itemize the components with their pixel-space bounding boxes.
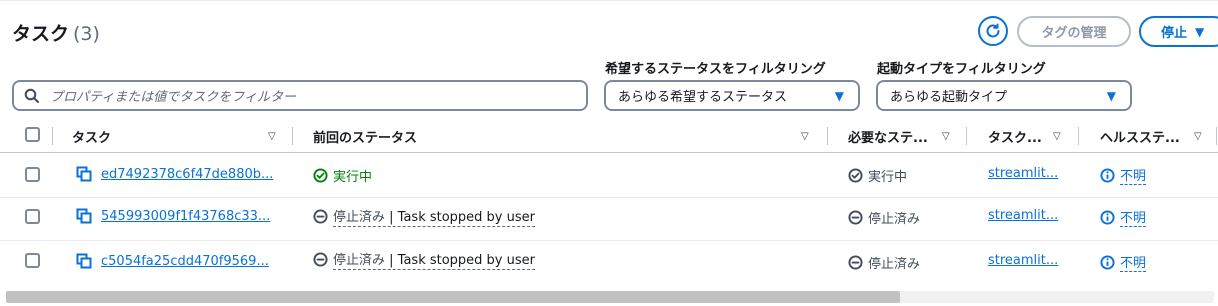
last-status-text: 実行中 (333, 170, 373, 185)
table-row[interactable]: c5054fa25cdd470f9569... 停止済み | Task stop… (0, 240, 1218, 284)
check-circle-icon (848, 168, 863, 183)
table-row[interactable]: 545993009f1f43768c33... 停止済み | Task stop… (0, 197, 1218, 241)
task-id-cell: c5054fa25cdd470f9569... (76, 253, 269, 269)
task-definition-link[interactable]: streamlit... (988, 208, 1058, 223)
column-divider (1216, 127, 1217, 145)
column-divider (52, 127, 53, 145)
caret-down-icon: ▼ (1106, 88, 1116, 103)
title-text: タスク (12, 23, 70, 45)
launch-type-select[interactable]: あらゆる起動タイプ ▼ (876, 80, 1132, 111)
column-header-task-definition[interactable]: タスク... ▽ (988, 119, 1066, 153)
task-definition-cell: streamlit... (988, 253, 1058, 268)
copy-icon[interactable] (76, 253, 92, 269)
last-status-popover[interactable]: 停止済み | Task stopped by user (333, 206, 535, 227)
task-id-cell: 545993009f1f43768c33... (76, 208, 270, 224)
refresh-button[interactable] (978, 16, 1008, 46)
caret-down-icon: ▼ (834, 88, 844, 103)
last-status-cell[interactable]: 停止済み | Task stopped by user (313, 249, 535, 270)
minus-circle-icon (313, 252, 328, 267)
column-label: 前回のステータス (313, 130, 418, 146)
desired-status-text: 停止済み (868, 212, 921, 227)
manage-tags-button[interactable]: タグの管理 (1017, 16, 1131, 47)
tasks-panel: タスク (3) タグの管理 停止 ▼ 希望するステータスをフィルタリング 起動タイ… (0, 0, 1218, 306)
last-status-text: 停止済み (333, 253, 386, 268)
table-header: タスク ▽ 前回のステータス ▽ 必要なステ... ▽ タスク... ▽ ヘルス… (0, 119, 1218, 153)
task-definition-cell: streamlit... (988, 166, 1058, 181)
info-circle-icon (1100, 167, 1115, 183)
task-id-link[interactable]: c5054fa25cdd470f9569... (101, 254, 269, 269)
column-divider (292, 127, 293, 145)
refresh-icon (986, 23, 1000, 38)
column-divider (1078, 127, 1079, 145)
minus-circle-icon (848, 210, 863, 225)
check-circle-icon (313, 168, 328, 183)
task-id-link[interactable]: ed7492378c6f47de880b... (101, 167, 273, 182)
column-header-last-status[interactable]: 前回のステータス ▽ (313, 119, 813, 153)
task-id-cell: ed7492378c6f47de880b... (76, 166, 273, 182)
sort-icon[interactable]: ▽ (268, 131, 276, 142)
caret-down-icon: ▼ (1195, 24, 1205, 39)
sort-icon[interactable]: ▽ (801, 131, 809, 142)
last-status-cell[interactable]: 停止済み | Task stopped by user (313, 206, 535, 227)
horizontal-scrollbar-thumb[interactable] (6, 291, 900, 303)
stop-button[interactable]: 停止 ▼ (1139, 16, 1218, 47)
task-definition-cell: streamlit... (988, 208, 1058, 223)
desired-status-text: 実行中 (868, 170, 908, 185)
page-title: タスク (3) (12, 19, 100, 46)
stop-button-label: 停止 (1161, 26, 1188, 41)
column-header-task[interactable]: タスク ▽ (72, 119, 282, 153)
property-filter-input[interactable]: プロパティまたは値でタスクをフィルター (12, 80, 588, 111)
task-id-link[interactable]: 545993009f1f43768c33... (101, 209, 270, 224)
health-status-popover[interactable]: 不明 (1120, 165, 1147, 185)
launch-type-value: あらゆる起動タイプ (890, 90, 1008, 105)
last-status-detail: | Task stopped by user (385, 210, 535, 225)
column-label: タスク... (988, 130, 1042, 146)
health-status-popover[interactable]: 不明 (1120, 207, 1147, 227)
desired-status-select[interactable]: あらゆる希望するステータス ▼ (604, 80, 860, 111)
minus-circle-icon (313, 209, 328, 224)
desired-status-cell: 停止済み (848, 253, 920, 272)
minus-circle-icon (848, 255, 863, 270)
row-checkbox[interactable] (25, 253, 40, 268)
column-divider (827, 127, 828, 145)
column-header-health-status[interactable]: ヘルスステ... ▽ (1100, 119, 1206, 153)
task-definition-link[interactable]: streamlit... (988, 166, 1058, 181)
last-status-popover[interactable]: 停止済み | Task stopped by user (333, 249, 535, 270)
launch-type-filter-label: 起動タイプをフィルタリング (877, 62, 1046, 77)
task-definition-link[interactable]: streamlit... (988, 253, 1058, 268)
table-row[interactable]: ed7492378c6f47de880b... 実行中 実行中 streamli… (0, 154, 1218, 198)
last-status-cell: 実行中 (313, 166, 372, 185)
copy-icon[interactable] (76, 208, 92, 224)
desired-status-value: あらゆる希望するステータス (618, 90, 788, 105)
last-status-text: 停止済み (333, 210, 386, 225)
row-checkbox[interactable] (25, 209, 40, 224)
sort-icon[interactable]: ▽ (942, 131, 950, 142)
desired-status-filter-label: 希望するステータスをフィルタリング (605, 62, 826, 77)
column-label: 必要なステ... (848, 130, 928, 146)
column-label: タスク (72, 130, 112, 146)
column-label: ヘルスステ... (1100, 130, 1180, 146)
sort-icon[interactable]: ▽ (1053, 131, 1061, 142)
search-placeholder: プロパティまたは値でタスクをフィルター (50, 90, 296, 105)
column-divider (966, 127, 967, 145)
last-status-detail: | Task stopped by user (385, 253, 535, 268)
desired-status-text: 停止済み (868, 257, 921, 272)
sort-icon[interactable]: ▽ (1194, 131, 1202, 142)
health-status-cell: 不明 (1100, 252, 1147, 272)
desired-status-cell: 停止済み (848, 208, 920, 227)
column-header-desired-status[interactable]: 必要なステ... ▽ (848, 119, 954, 153)
info-circle-icon (1100, 209, 1115, 225)
select-all-checkbox[interactable] (25, 127, 40, 142)
desired-status-cell: 実行中 (848, 166, 907, 185)
health-status-cell: 不明 (1100, 207, 1147, 227)
copy-icon[interactable] (76, 166, 92, 182)
row-checkbox[interactable] (25, 167, 40, 182)
info-circle-icon (1100, 254, 1115, 270)
health-status-cell: 不明 (1100, 165, 1147, 185)
health-status-popover[interactable]: 不明 (1120, 252, 1147, 272)
task-count: (3) (73, 23, 100, 45)
search-icon (24, 88, 39, 103)
